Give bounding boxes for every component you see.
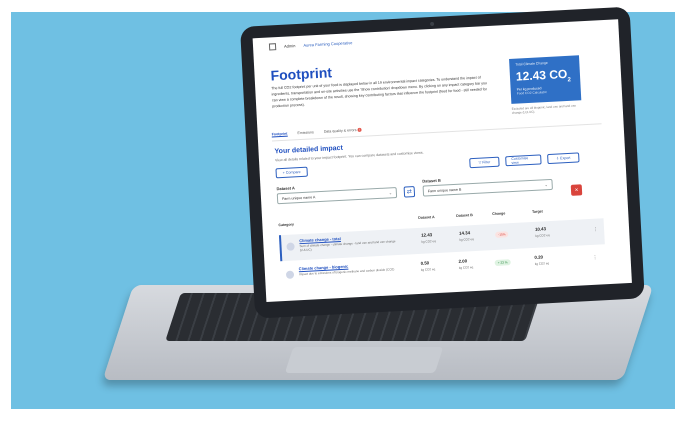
more-options-icon[interactable]: ⋮ <box>593 227 598 233</box>
tab-emissions[interactable]: Emissions <box>297 130 314 136</box>
row-dataset-b-unit: kg CO2 eq <box>458 265 474 270</box>
col-dataset-b[interactable]: Dataset B <box>456 213 473 218</box>
export-button[interactable]: ⇩ Export <box>547 152 580 165</box>
category-icon <box>285 270 295 279</box>
score-label: Total Climate Change <box>515 60 548 67</box>
row-dataset-a-unit: kg CO2 eq <box>420 267 436 272</box>
score-value: 12.43 CO2 <box>515 66 572 84</box>
change-badge: + 23 % <box>494 259 511 266</box>
laptop-screen: Admin Aurea Farming Cooperative Footprin… <box>252 19 632 302</box>
detail-title: Your detailed impact <box>274 144 344 156</box>
compare-button[interactable]: + Compare <box>275 166 308 179</box>
col-target[interactable]: Target <box>532 209 543 214</box>
chevron-down-icon: ⌄ <box>544 182 548 187</box>
dataset-b-select[interactable]: Farm unique name B ⌄ <box>422 178 553 197</box>
trash-icon: × <box>574 187 579 194</box>
warning-icon: ! <box>357 127 362 132</box>
row-dataset-a: 0.50 <box>420 260 430 266</box>
row-target-unit: kg CO2 eq <box>535 233 550 238</box>
breadcrumb: Admin Aurea Farming Cooperative <box>268 39 353 51</box>
row-dataset-b-unit: kg CO2 eq <box>459 237 474 242</box>
filter-button[interactable]: ▽ Filter <box>469 156 500 169</box>
row-target: 0.20 <box>534 254 544 260</box>
row-target: 10.43 <box>534 226 547 232</box>
chevron-down-icon: ⌄ <box>388 190 392 195</box>
home-icon[interactable] <box>268 43 277 51</box>
tab-data-quality[interactable]: Data quality & errors ! <box>324 127 362 135</box>
col-category[interactable]: Category <box>278 222 294 227</box>
row-dataset-b: 14.34 <box>458 230 471 236</box>
col-dataset-a[interactable]: Dataset A <box>418 215 435 220</box>
breadcrumb-admin[interactable]: Admin <box>284 43 296 49</box>
score-card: Total Climate Change 12.43 CO2 Per kg pr… <box>509 55 582 104</box>
dataset-a-label: Dataset A <box>276 185 295 192</box>
more-options-icon[interactable]: ⋮ <box>592 255 597 261</box>
trackpad <box>284 347 444 373</box>
dataset-a-value: Farm unique name A <box>281 194 316 201</box>
row-target-unit: kg CO2 eq <box>534 261 550 266</box>
dataset-b-value: Farm unique name B <box>427 187 462 193</box>
tab-bar: Footprint Emissions Data quality & error… <box>271 115 602 142</box>
tab-footprint[interactable]: Footprint <box>271 131 288 138</box>
webcam <box>430 21 435 27</box>
customise-view-button[interactable]: Customise view <box>505 154 542 167</box>
dataset-b-label: Dataset B <box>422 177 441 184</box>
row-dataset-a: 12.43 <box>421 232 433 238</box>
page-title: Footprint <box>270 64 333 84</box>
row-dataset-a-unit: kg CO2 eq <box>421 239 436 244</box>
change-badge: -15% <box>495 231 509 238</box>
score-note: Excluded are all biogenic, land use and … <box>511 103 577 115</box>
category-icon <box>286 242 295 251</box>
breadcrumb-cooperative[interactable]: Aurea Farming Cooperative <box>303 40 352 48</box>
col-change[interactable]: Change <box>492 211 505 216</box>
delete-button[interactable]: × <box>570 184 583 196</box>
laptop-lid: Admin Aurea Farming Cooperative Footprin… <box>240 6 645 319</box>
swap-button[interactable]: ⇄ <box>403 186 416 198</box>
row-dataset-b: 2.00 <box>458 258 468 264</box>
swap-icon: ⇄ <box>406 189 413 196</box>
